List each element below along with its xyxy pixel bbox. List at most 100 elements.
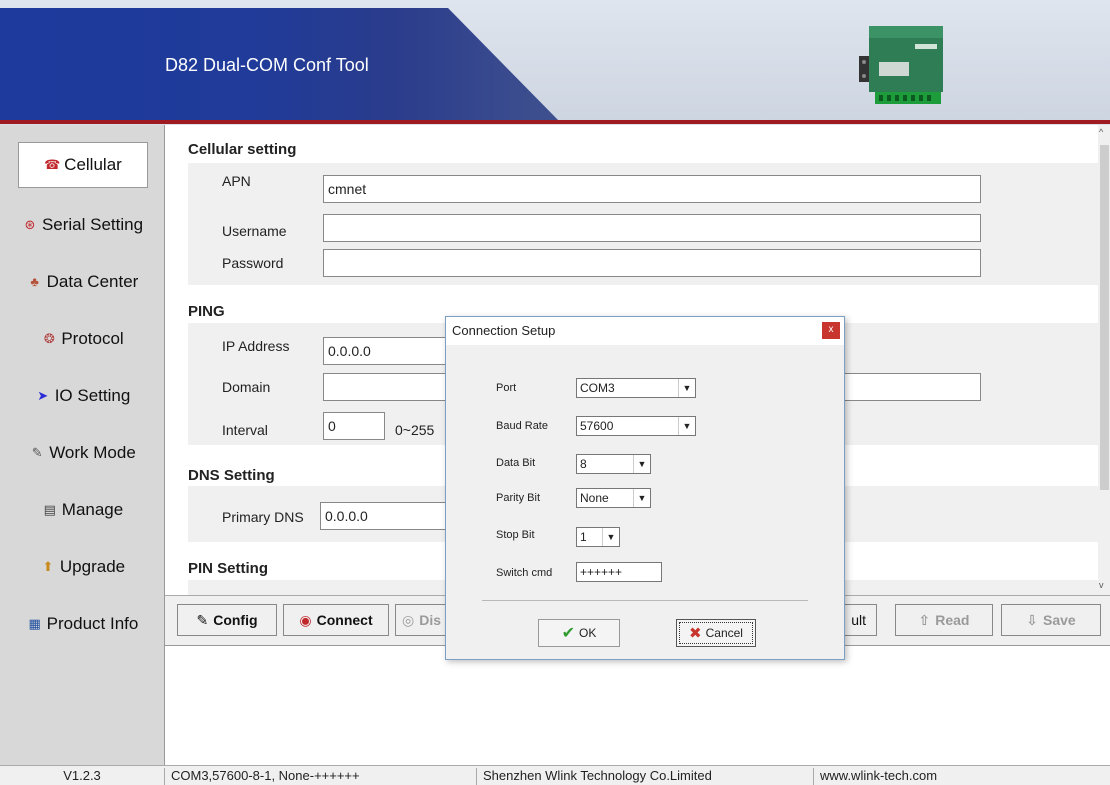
stop-bit-select-value: 1: [580, 530, 587, 544]
domain-label: Domain: [222, 379, 271, 395]
sidebar-item-label: Work Mode: [49, 443, 136, 462]
chevron-down-icon: ▼: [678, 379, 695, 397]
status-connection: COM3,57600-8-1, None-++++++: [167, 768, 477, 785]
sidebar-item-io-setting[interactable]: ➤ IO Setting: [0, 371, 165, 421]
sidebar-item-product-info[interactable]: ▦ Product Info: [0, 599, 165, 649]
parity-bit-select[interactable]: None ▼: [576, 488, 651, 508]
disconnect-button-label: Dis: [419, 612, 442, 628]
close-x-icon: ✖: [689, 625, 702, 642]
scroll-down-icon[interactable]: v: [1099, 580, 1104, 590]
cancel-button[interactable]: ✖ Cancel: [676, 619, 756, 647]
chevron-down-icon: ▼: [633, 455, 650, 473]
ok-button-label: OK: [579, 626, 597, 640]
sidebar-item-label: Cellular: [64, 155, 122, 174]
ip-address-label: IP Address: [222, 338, 290, 354]
switch-cmd-label: Switch cmd: [496, 567, 553, 579]
primary-dns-input[interactable]: 0.0.0.0: [320, 502, 450, 530]
sidebar-item-label: Data Center: [46, 272, 139, 291]
dialog-separator: [482, 600, 808, 601]
ping-section-title: PING: [188, 303, 225, 320]
sidebar-item-serial-setting[interactable]: ⊛ Serial Setting: [0, 200, 165, 250]
log-output-area[interactable]: [165, 645, 1110, 765]
sidebar-item-cellular[interactable]: ☎ Cellular: [18, 142, 148, 188]
apn-input[interactable]: cmnet: [323, 175, 981, 203]
password-input[interactable]: [323, 249, 981, 277]
network-icon: ♣: [30, 274, 39, 289]
app-header: D82 Dual-COM Conf Tool: [0, 0, 1110, 125]
interval-label: Interval: [222, 422, 268, 438]
sidebar-item-label: Protocol: [61, 329, 124, 348]
app-title: D82 Dual-COM Conf Tool: [165, 55, 369, 75]
sidebar-item-label: Upgrade: [59, 557, 126, 576]
pin-section-title: PIN Setting: [188, 560, 269, 577]
status-version: V1.2.3: [0, 768, 165, 785]
checkmark-icon: ✔: [561, 625, 576, 642]
password-label: Password: [222, 255, 284, 271]
stop-bit-label: Stop Bit: [496, 529, 535, 541]
disconnect-icon: ◎: [402, 611, 415, 628]
arrow-up-icon: ⇧: [918, 611, 931, 628]
status-company: Shenzhen Wlink Technology Co.Limited: [479, 768, 814, 785]
interval-input[interactable]: 0: [323, 412, 385, 440]
phone-icon: ☎: [44, 157, 61, 172]
read-button[interactable]: ⇧ Read: [895, 604, 993, 636]
stop-bit-select[interactable]: 1 ▼: [576, 527, 620, 547]
ok-button[interactable]: ✔ OK: [538, 619, 620, 647]
cancel-button-label: Cancel: [705, 626, 743, 640]
settings-scrollbar[interactable]: ^ v: [1098, 125, 1110, 595]
sidebar-item-manage[interactable]: ▤ Manage: [0, 485, 165, 535]
connect-button[interactable]: ◉ Connect: [283, 604, 389, 636]
ip-address-input[interactable]: 0.0.0.0: [323, 337, 453, 365]
sidebar-item-work-mode[interactable]: ✎ Work Mode: [0, 428, 165, 478]
sidebar-item-label: IO Setting: [54, 386, 131, 405]
baud-rate-select-value: 57600: [580, 419, 614, 433]
parity-bit-label: Parity Bit: [496, 492, 541, 504]
connection-setup-dialog: Connection Setup x Port COM3 ▼ Baud Rate…: [445, 316, 845, 660]
header-divider: [0, 120, 1110, 124]
chevron-down-icon: ▼: [678, 417, 695, 435]
chevron-down-icon: ▼: [602, 528, 619, 546]
scrollbar-thumb[interactable]: [1100, 145, 1109, 490]
wrench-icon: ✎: [31, 445, 43, 460]
info-icon: ▦: [28, 616, 41, 631]
sidebar-item-upgrade[interactable]: ⬆ Upgrade: [0, 542, 165, 592]
save-button-label: Save: [1043, 612, 1076, 628]
username-input[interactable]: [323, 214, 981, 242]
serial-icon: ⊛: [24, 217, 36, 232]
data-bit-select[interactable]: 8 ▼: [576, 454, 651, 474]
sidebar: ☎ Cellular ⊛ Serial Setting ♣ Data Cente…: [0, 125, 165, 765]
status-bar: V1.2.3 COM3,57600-8-1, None-++++++ Shenz…: [0, 765, 1110, 785]
port-label: Port: [496, 382, 517, 394]
read-button-label: Read: [935, 612, 970, 628]
sidebar-item-protocol[interactable]: ❂ Protocol: [0, 314, 165, 364]
config-button-label: Config: [213, 612, 258, 628]
sidebar-item-label: Manage: [61, 500, 124, 519]
sidebar-item-label: Product Info: [46, 614, 139, 633]
config-button[interactable]: ✎ Config: [177, 604, 277, 636]
scroll-up-icon[interactable]: ^: [1099, 127, 1103, 137]
arrow-down-icon: ⇩: [1026, 611, 1039, 628]
cellular-section-title: Cellular setting: [188, 141, 297, 158]
manage-icon: ▤: [43, 502, 56, 517]
protocol-icon: ❂: [43, 331, 55, 346]
username-label: Username: [222, 223, 287, 239]
port-select[interactable]: COM3 ▼: [576, 378, 696, 398]
status-website: www.wlink-tech.com: [820, 768, 938, 783]
data-bit-select-value: 8: [580, 457, 587, 471]
default-button-label: ult: [851, 612, 866, 628]
baud-rate-select[interactable]: 57600 ▼: [576, 416, 696, 436]
save-button[interactable]: ⇩ Save: [1001, 604, 1101, 636]
dialog-titlebar[interactable]: Connection Setup x: [446, 317, 844, 345]
sidebar-item-data-center[interactable]: ♣ Data Center: [0, 257, 165, 307]
dns-section-title: DNS Setting: [188, 467, 275, 484]
dialog-title: Connection Setup: [452, 323, 556, 338]
data-bit-label: Data Bit: [496, 457, 536, 469]
upgrade-icon: ⬆: [42, 559, 54, 574]
connect-button-label: Connect: [316, 612, 373, 628]
parity-bit-select-value: None: [580, 491, 609, 505]
apn-label: APN: [222, 173, 251, 189]
close-icon[interactable]: x: [822, 322, 840, 339]
sidebar-item-label: Serial Setting: [41, 215, 144, 234]
switch-cmd-input[interactable]: ++++++: [576, 562, 662, 582]
port-select-value: COM3: [580, 381, 615, 395]
